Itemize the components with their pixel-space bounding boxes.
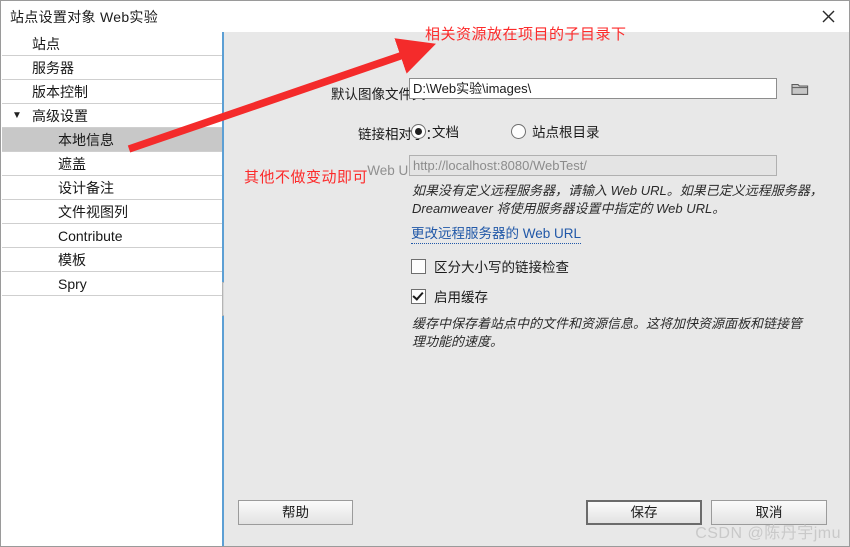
sidebar-item-label: 文件视图列 bbox=[58, 204, 128, 220]
sidebar-item-spry[interactable]: Spry bbox=[2, 272, 223, 296]
cache-hint: 缓存中保存着站点中的文件和资源信息。这将加快资源面板和链接管理功能的速度。 bbox=[412, 316, 803, 349]
sidebar-item-label: 模板 bbox=[58, 252, 86, 268]
sidebar-item-label: 版本控制 bbox=[32, 84, 88, 100]
sidebar-item-label: Contribute bbox=[58, 228, 123, 244]
sidebar-item-advanced-settings[interactable]: ▼ 高级设置 bbox=[2, 104, 223, 128]
sidebar-item-label: 遮盖 bbox=[58, 156, 86, 172]
checkbox-label: 区分大小写的链接检查 bbox=[434, 260, 569, 275]
radio-document[interactable]: 文档 bbox=[411, 121, 459, 141]
web-url-hint: 如果没有定义远程服务器，请输入 Web URL。如果已定义远程服务器，Dream… bbox=[412, 183, 823, 216]
sidebar-item-file-view-columns[interactable]: 文件视图列 bbox=[2, 200, 223, 224]
sidebar-item-design-notes[interactable]: 设计备注 bbox=[2, 176, 223, 200]
case-sensitive-checkbox[interactable]: 区分大小写的链接检查 bbox=[411, 256, 569, 276]
sidebar-item-servers[interactable]: 服务器 bbox=[2, 56, 223, 80]
annotation-top-note: 相关资源放在项目的子目录下 bbox=[425, 26, 627, 43]
sidebar-item-templates[interactable]: 模板 bbox=[2, 248, 223, 272]
save-button[interactable]: 保存 bbox=[586, 500, 702, 525]
sidebar-item-local-info[interactable]: 本地信息 bbox=[2, 128, 223, 152]
annotation-left-note: 其他不做变动即可 bbox=[244, 169, 369, 186]
enable-cache-checkbox[interactable]: 启用缓存 bbox=[411, 286, 488, 306]
sidebar-item-label: Spry bbox=[58, 276, 87, 292]
images-folder-input[interactable]: D:\Web实验\images\ bbox=[409, 78, 777, 99]
watermark: CSDN @陈丹宇jmu bbox=[695, 525, 841, 542]
sidebar-item-label: 高级设置 bbox=[32, 108, 88, 124]
checkbox-icon bbox=[411, 258, 426, 274]
sidebar-item-contribute[interactable]: Contribute bbox=[2, 224, 223, 248]
radio-label: 站点根目录 bbox=[532, 125, 600, 140]
local-info-panel: 默认图像文件夹： D:\Web实验\images\ 链接相对于： 文档 站点根目… bbox=[224, 32, 849, 546]
sidebar-empty-area bbox=[2, 296, 223, 546]
sidebar-item-cloaking[interactable]: 遮盖 bbox=[2, 152, 223, 176]
chevron-down-icon: ▼ bbox=[12, 110, 22, 121]
close-icon[interactable] bbox=[805, 1, 849, 32]
sidebar-item-label: 站点 bbox=[32, 36, 60, 52]
radio-icon bbox=[511, 123, 526, 139]
web-url-input[interactable]: http://localhost:8080/WebTest/ bbox=[409, 155, 777, 176]
checkbox-label: 启用缓存 bbox=[434, 290, 488, 305]
category-sidebar: 站点 服务器 版本控制 ▼ 高级设置 本地信息 遮盖 设计备注 文件视图列 Co… bbox=[2, 32, 223, 546]
sidebar-item-label: 设计备注 bbox=[58, 180, 114, 196]
checkbox-icon bbox=[411, 288, 426, 304]
help-button[interactable]: 帮助 bbox=[238, 500, 353, 525]
sidebar-item-label: 服务器 bbox=[32, 60, 74, 76]
window-title: 站点设置对象 Web实验 bbox=[10, 9, 159, 25]
site-setup-dialog: 站点设置对象 Web实验 站点 服务器 版本控制 ▼ 高级设置 本地信息 遮盖 … bbox=[0, 0, 850, 547]
sidebar-item-label: 本地信息 bbox=[58, 132, 114, 148]
sidebar-item-site[interactable]: 站点 bbox=[2, 32, 223, 56]
radio-label: 文档 bbox=[432, 125, 459, 140]
radio-site-root[interactable]: 站点根目录 bbox=[511, 121, 600, 141]
change-remote-web-url-link[interactable]: 更改远程服务器的 Web URL bbox=[411, 222, 582, 244]
folder-icon[interactable] bbox=[790, 79, 810, 99]
radio-icon bbox=[411, 123, 426, 139]
sidebar-item-version-control[interactable]: 版本控制 bbox=[2, 80, 223, 104]
